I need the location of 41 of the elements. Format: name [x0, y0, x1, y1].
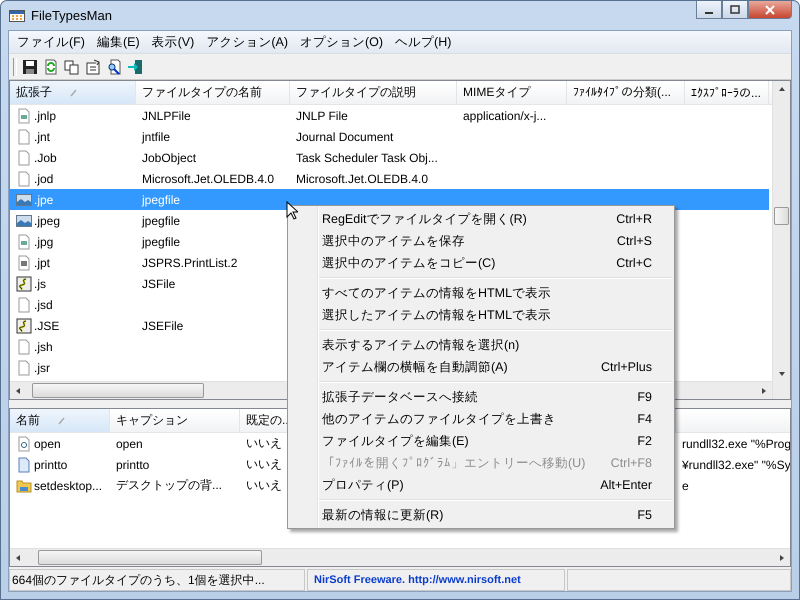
table-cell: JSFile: [142, 276, 176, 290]
table-cell: .jsr: [34, 360, 50, 374]
table-cell: .jsh: [34, 340, 53, 354]
table-cell: Task Scheduler Task Obj...: [296, 150, 438, 164]
table-cell: .jsd: [34, 298, 53, 312]
table-cell: open: [116, 436, 143, 450]
table-cell: Microsoft.Jet.OLEDB.4.0: [296, 172, 428, 186]
table-cell: いいえ: [246, 456, 282, 473]
status-text: 664個のファイルタイプのうち、1個を選択中...: [9, 569, 305, 591]
table-cell: JSPRS.PrintList.2: [142, 256, 238, 270]
table-cell: いいえ: [246, 477, 282, 494]
table-cell: JSEFile: [142, 318, 184, 332]
table-cell: .Job: [34, 150, 57, 164]
table-cell: .jnlp: [34, 108, 56, 122]
table-cell: printto: [34, 458, 68, 472]
table-cell: いいえ: [246, 435, 282, 452]
table-cell: .jod: [34, 172, 54, 186]
table-cell: .jpt: [34, 256, 50, 270]
table-cell: .jnt: [34, 130, 50, 144]
table-cell: application/x-j...: [463, 108, 546, 122]
table-cell: setdesktop...: [34, 478, 102, 492]
table-cell: JobObject: [142, 150, 196, 164]
window-title: FileTypesMan: [31, 8, 112, 23]
table-cell: jpegfile: [142, 234, 180, 248]
table-cell: Journal Document: [296, 130, 394, 144]
table-cell: .JSE: [34, 318, 60, 332]
table-cell: JNLPFile: [142, 108, 191, 122]
table-cell: open: [34, 436, 61, 450]
table-cell: JNLP File: [296, 108, 348, 122]
table-cell: .jpe: [34, 192, 54, 206]
table-cell: jpegfile: [142, 214, 180, 228]
table-cell: .jpeg: [34, 214, 60, 228]
table-cell: Microsoft.Jet.OLEDB.4.0: [142, 172, 274, 186]
table-cell: .jpg: [34, 234, 54, 248]
table-cell: .js: [34, 276, 46, 290]
table-cell: デスクトップの背...: [116, 477, 222, 494]
table-cell: jpegfile: [142, 192, 180, 206]
table-cell: rundll32.exe "%Prog: [682, 436, 790, 450]
table-cell: printto: [116, 458, 150, 472]
table-cell: e: [682, 478, 689, 492]
table-cell: jntfile: [142, 130, 170, 144]
